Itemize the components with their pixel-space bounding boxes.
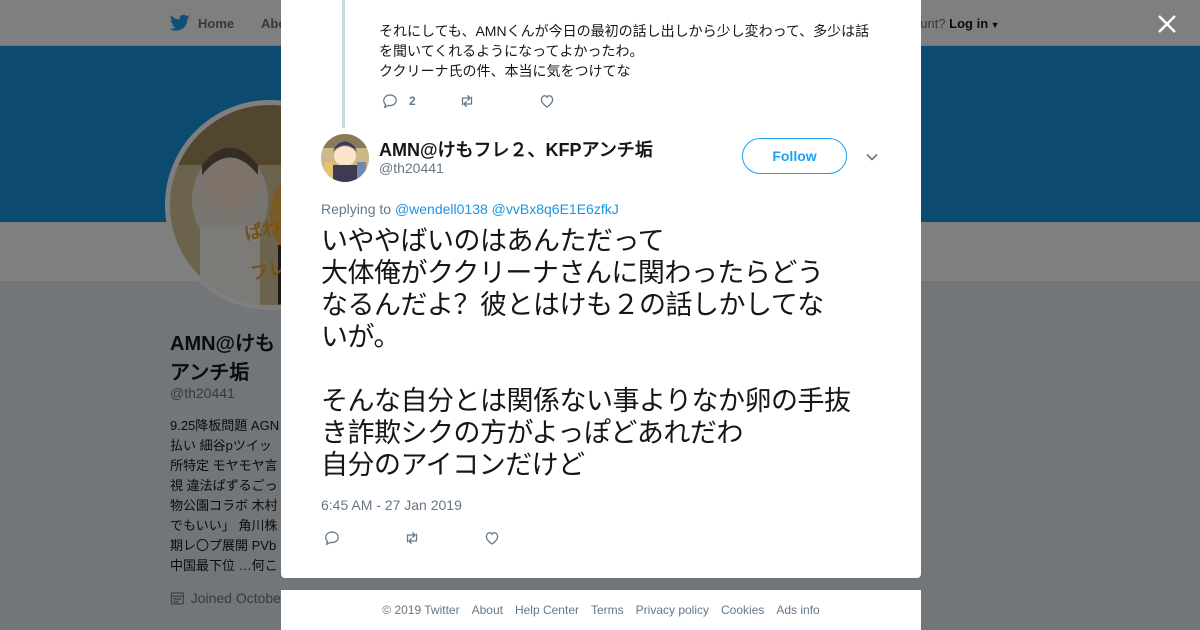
retweet-button[interactable] [403, 529, 421, 547]
footer-link-cookies[interactable]: Cookies [721, 603, 764, 617]
like-button[interactable] [483, 529, 501, 547]
author-handle[interactable]: @th20441 [379, 160, 444, 176]
tweet-text: いややばいのはあんただって 大体俺がククリーナさんに関わったらどう なるんだよ？… [321, 226, 891, 482]
reply-count: 2 [409, 94, 416, 108]
tweet-timestamp[interactable]: 6:45 AM - 27 Jan 2019 [321, 497, 462, 513]
retweet-icon [406, 532, 418, 544]
previous-retweet-button[interactable] [458, 92, 476, 110]
reply-mention-link[interactable]: @wendell0138 [395, 201, 488, 217]
tweet-paragraph: そんな自分とは関係ない事よりなか卵の手抜 き詐欺シクの方がよっぽどあれだわ 自分… [321, 386, 851, 481]
previous-tweet-actions: 2 [381, 92, 556, 110]
footer-link-privacy-policy[interactable]: Privacy policy [636, 603, 709, 617]
chevron-down-icon[interactable] [865, 150, 879, 164]
previous-reply-button[interactable]: 2 [381, 92, 416, 110]
replying-to-line: Replying to @wendell0138 @vvBx8q6E1E6zfk… [321, 201, 619, 217]
conversation-thread-line [342, 0, 345, 128]
heart-icon [540, 95, 553, 108]
previous-tweet-line: ククリーナ氏の件、本当に気をつけてな [379, 63, 631, 79]
author-avatar-image [321, 134, 369, 182]
footer-copyright: © 2019 Twitter [382, 603, 460, 617]
previous-tweet-text: それにしても、AMNくんが今日の最初の話し出しから少し変わって、多少は話 を聞い… [379, 21, 879, 81]
tweet-permalink-modal: それにしても、AMNくんが今日の最初の話し出しから少し変わって、多少は話 を聞い… [281, 0, 921, 578]
reply-button[interactable] [323, 529, 341, 547]
reply-mention-link[interactable]: @vvBx8q6E1E6zfkJ [492, 201, 619, 217]
tweet-paragraph: いややばいのはあんただって 大体俺がククリーナさんに関わったらどう なるんだよ？… [321, 226, 824, 353]
follow-button[interactable]: Follow [742, 138, 847, 174]
footer-link-terms[interactable]: Terms [591, 603, 624, 617]
replying-to-label: Replying to [321, 201, 392, 217]
retweet-icon [461, 95, 472, 107]
author-display-name[interactable]: AMN@けもフレ２、KFPアンチ垢 [379, 136, 653, 162]
previous-tweet-line: を聞いてくれるようになってよかったわ。 [379, 43, 644, 59]
reply-icon [325, 531, 339, 546]
reply-icon [383, 94, 397, 109]
tweet-actions [323, 529, 501, 547]
footer-link-ads-info[interactable]: Ads info [776, 603, 819, 617]
heart-icon [485, 532, 499, 545]
previous-tweet-line: それにしても、AMNくんが今日の最初の話し出しから少し変わって、多少は話 [379, 23, 870, 39]
footer-link-about[interactable]: About [472, 603, 503, 617]
previous-like-button[interactable] [538, 92, 556, 110]
close-icon[interactable] [1153, 10, 1181, 38]
modal-footer: © 2019 Twitter About Help Center Terms P… [281, 590, 921, 630]
author-avatar[interactable] [321, 134, 369, 182]
footer-link-help-center[interactable]: Help Center [515, 603, 579, 617]
